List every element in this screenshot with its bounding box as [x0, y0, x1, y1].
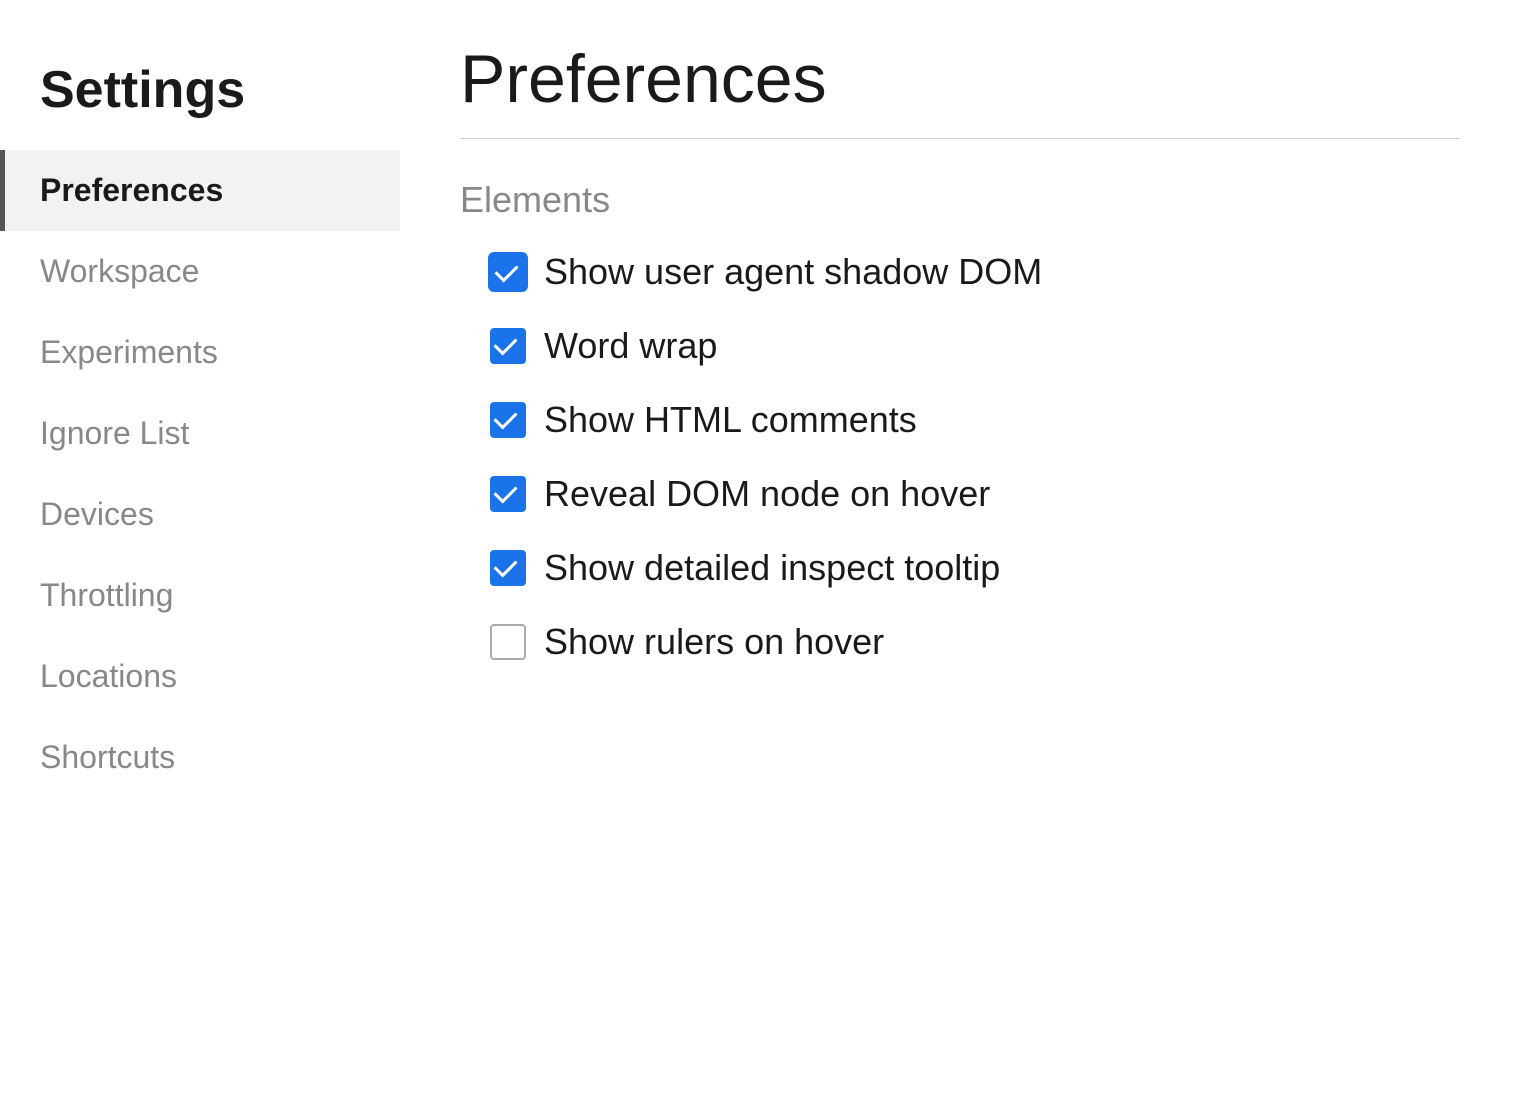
checkbox-item-html-comments: Show HTML comments: [490, 399, 1460, 441]
sidebar-item-workspace[interactable]: Workspace: [0, 231, 400, 312]
sidebar-link-locations[interactable]: Locations: [0, 636, 400, 717]
sidebar-item-devices[interactable]: Devices: [0, 474, 400, 555]
checkbox-item-shadow-dom: Show user agent shadow DOM: [490, 251, 1460, 293]
checkbox-rulers[interactable]: [490, 624, 526, 660]
checkbox-label-inspect-tooltip[interactable]: Show detailed inspect tooltip: [544, 547, 1000, 589]
checkbox-label-shadow-dom[interactable]: Show user agent shadow DOM: [544, 251, 1042, 293]
sidebar-link-shortcuts[interactable]: Shortcuts: [0, 717, 400, 798]
checkbox-shadow-dom[interactable]: [490, 254, 526, 290]
sidebar-link-experiments[interactable]: Experiments: [0, 312, 400, 393]
sidebar-item-throttling[interactable]: Throttling: [0, 555, 400, 636]
section-divider: [460, 138, 1460, 139]
checkbox-item-inspect-tooltip: Show detailed inspect tooltip: [490, 547, 1460, 589]
sidebar-item-ignore-list[interactable]: Ignore List: [0, 393, 400, 474]
checkbox-item-word-wrap: Word wrap: [490, 325, 1460, 367]
checkbox-word-wrap[interactable]: [490, 328, 526, 364]
checkbox-label-reveal-dom[interactable]: Reveal DOM node on hover: [544, 473, 990, 515]
checkbox-label-word-wrap[interactable]: Word wrap: [544, 325, 717, 367]
sidebar: Settings PreferencesWorkspaceExperiments…: [0, 0, 400, 1110]
checkbox-inspect-tooltip[interactable]: [490, 550, 526, 586]
checkbox-reveal-dom[interactable]: [490, 476, 526, 512]
sidebar-title: Settings: [0, 40, 400, 150]
sidebar-nav: PreferencesWorkspaceExperimentsIgnore Li…: [0, 150, 400, 798]
page-title: Preferences: [460, 40, 1460, 118]
sidebar-link-preferences[interactable]: Preferences: [0, 150, 400, 231]
checkbox-html-comments[interactable]: [490, 402, 526, 438]
checkbox-list-elements: Show user agent shadow DOM Word wrap Show …: [460, 251, 1460, 663]
sidebar-item-experiments[interactable]: Experiments: [0, 312, 400, 393]
sidebar-link-ignore-list[interactable]: Ignore List: [0, 393, 400, 474]
checkbox-label-rulers[interactable]: Show rulers on hover: [544, 621, 884, 663]
checkbox-label-html-comments[interactable]: Show HTML comments: [544, 399, 917, 441]
sidebar-item-shortcuts[interactable]: Shortcuts: [0, 717, 400, 798]
sidebar-item-locations[interactable]: Locations: [0, 636, 400, 717]
sidebar-link-throttling[interactable]: Throttling: [0, 555, 400, 636]
main-content: Preferences Elements Show user agent shad…: [400, 0, 1520, 1110]
sidebar-item-preferences[interactable]: Preferences: [0, 150, 400, 231]
checkbox-item-rulers: Show rulers on hover: [490, 621, 1460, 663]
checkbox-item-reveal-dom: Reveal DOM node on hover: [490, 473, 1460, 515]
section-title-elements: Elements: [460, 179, 1460, 221]
sidebar-link-workspace[interactable]: Workspace: [0, 231, 400, 312]
sidebar-link-devices[interactable]: Devices: [0, 474, 400, 555]
